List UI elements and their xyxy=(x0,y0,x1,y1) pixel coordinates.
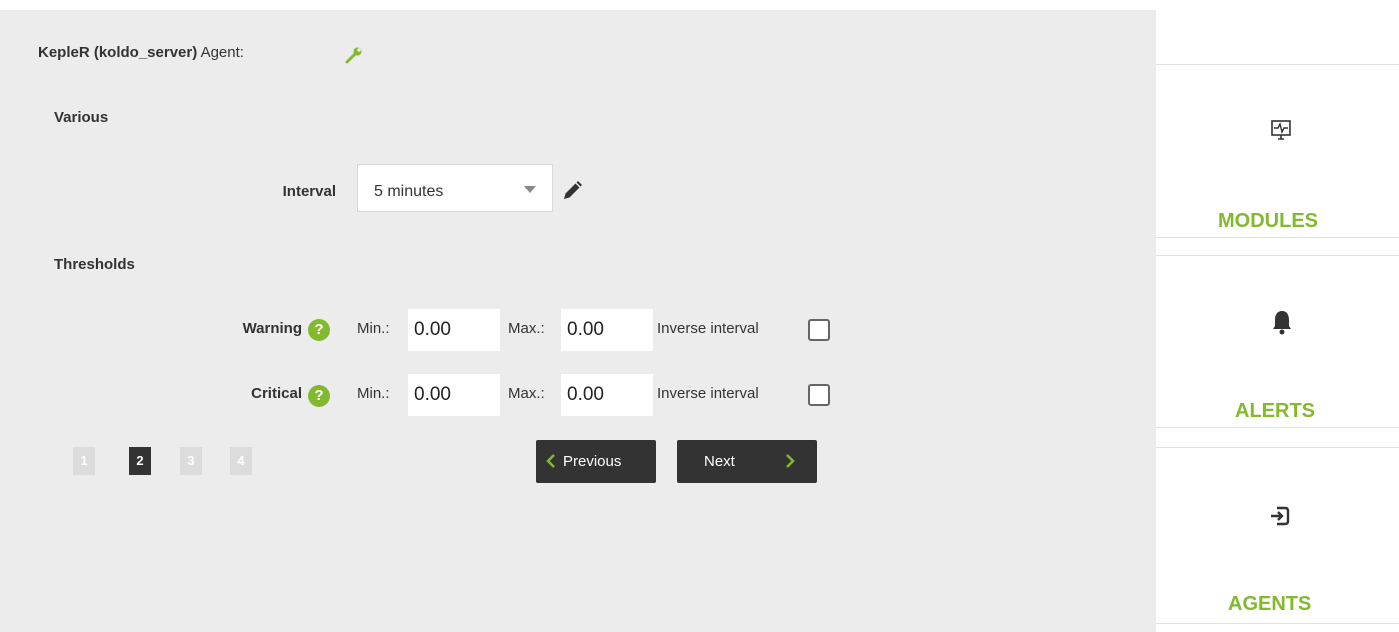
warning-inverse-checkbox[interactable] xyxy=(808,319,830,341)
critical-max-label: Max.: xyxy=(508,385,545,402)
agent-label: Agent: xyxy=(200,44,244,61)
chevron-down-icon xyxy=(524,186,536,193)
agent-name: KepleR (koldo_server) xyxy=(38,44,198,61)
critical-min-input[interactable] xyxy=(408,374,500,416)
wrench-icon[interactable] xyxy=(345,46,363,69)
sidebar-label-agents: AGENTS xyxy=(1228,593,1312,615)
warning-label: Warning xyxy=(242,320,302,337)
page-1-button[interactable]: 1 xyxy=(73,447,95,475)
agent-title: KepleR (koldo_server) Agent: xyxy=(38,44,244,61)
warning-help-icon[interactable]: ? xyxy=(308,319,330,341)
critical-help-icon[interactable]: ? xyxy=(308,385,330,407)
page-4-button[interactable]: 4 xyxy=(230,447,252,475)
previous-label: Previous xyxy=(563,453,622,470)
thresholds-heading: Thresholds xyxy=(54,256,135,273)
sidebar-divider xyxy=(1156,427,1399,428)
sidebar-divider xyxy=(1156,623,1399,624)
interval-select[interactable]: 5 minutes xyxy=(357,164,553,212)
critical-inverse-label: Inverse interval xyxy=(657,385,759,402)
next-button[interactable]: Next xyxy=(677,440,817,483)
warning-min-label: Min.: xyxy=(357,320,390,337)
various-heading: Various xyxy=(54,109,109,126)
sidebar-label-alerts: ALERTS xyxy=(1235,400,1315,422)
sidebar-label-modules: MODULES xyxy=(1218,210,1318,232)
page-3-button[interactable]: 3 xyxy=(180,447,202,475)
monitor-icon xyxy=(1270,119,1292,146)
critical-label: Critical xyxy=(251,385,302,402)
bell-icon xyxy=(1271,309,1293,340)
critical-max-input[interactable] xyxy=(561,374,653,416)
warning-inverse-label: Inverse interval xyxy=(657,320,759,337)
chevron-right-icon xyxy=(785,453,795,473)
critical-inverse-checkbox[interactable] xyxy=(808,384,830,406)
sidebar-item-alerts[interactable]: ALERTS xyxy=(1156,256,1399,427)
pencil-icon[interactable] xyxy=(561,180,583,207)
interval-label: Interval xyxy=(282,183,336,200)
warning-max-input[interactable] xyxy=(561,309,653,351)
previous-button[interactable]: Previous xyxy=(536,440,656,483)
chevron-left-icon xyxy=(546,453,556,473)
page-2-button[interactable]: 2 xyxy=(129,447,151,475)
sidebar-divider xyxy=(1156,237,1399,238)
warning-min-input[interactable] xyxy=(408,309,500,351)
critical-min-label: Min.: xyxy=(357,385,390,402)
sidebar-item-agents[interactable]: AGENTS xyxy=(1156,448,1399,623)
login-icon xyxy=(1269,505,1291,532)
interval-value: 5 minutes xyxy=(374,183,444,200)
next-label: Next xyxy=(704,453,735,470)
warning-max-label: Max.: xyxy=(508,320,545,337)
sidebar-item-modules[interactable]: MODULES xyxy=(1156,65,1399,237)
